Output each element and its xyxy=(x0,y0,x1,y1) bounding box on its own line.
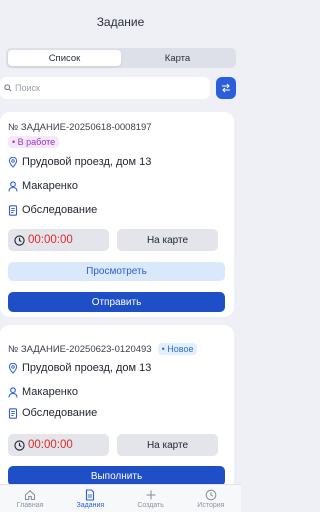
person-row: Макаренко xyxy=(8,180,78,192)
person-row: Макаренко xyxy=(8,386,78,398)
timer[interactable]: 00:00:00 xyxy=(8,229,109,251)
task-number: № ЗАДАНИЕ-20250618-0008197 xyxy=(8,122,152,133)
timer[interactable]: 00:00:00 xyxy=(8,434,109,456)
task-number: № ЗАДАНИЕ-20250623-0120493 xyxy=(8,343,152,355)
send-button[interactable]: Отправить xyxy=(8,292,225,312)
tab-map[interactable]: Карта xyxy=(121,50,234,66)
address-text: Прудовой проезд, дом 13 xyxy=(22,156,152,168)
type-text: Обследование xyxy=(22,204,98,216)
home-icon xyxy=(25,490,36,501)
show-on-map-button[interactable]: На карте xyxy=(117,434,218,456)
timer-value: 00:00:00 xyxy=(28,234,73,246)
address-row: Прудовой проезд, дом 13 xyxy=(8,362,151,374)
history-icon xyxy=(205,489,217,501)
tab-list[interactable]: Список xyxy=(8,50,121,66)
tab-tasks[interactable]: Задания xyxy=(60,485,120,512)
person-text: Макаренко xyxy=(22,386,78,398)
timer-value: 00:00:00 xyxy=(28,439,73,451)
user-icon xyxy=(8,386,18,398)
bottom-tab-bar: Главная Задания Создать История xyxy=(0,484,241,512)
swap-arrows-icon xyxy=(222,83,230,93)
user-icon xyxy=(8,180,18,192)
location-pin-icon xyxy=(8,362,18,374)
document-icon xyxy=(86,489,95,501)
address-row: Прудовой проезд, дом 13 xyxy=(8,156,151,168)
show-on-map-button[interactable]: На карте xyxy=(117,229,218,251)
sort-button[interactable] xyxy=(216,77,236,99)
tab-create-label: Создать xyxy=(137,502,164,509)
view-button[interactable]: Просмотреть xyxy=(8,262,225,281)
search-placeholder: Поиск xyxy=(15,83,40,93)
page-title: Задание xyxy=(96,15,145,29)
document-icon xyxy=(8,204,18,216)
tab-history-label: История xyxy=(197,502,225,509)
page-header: Задание xyxy=(0,0,241,44)
person-text: Макаренко xyxy=(22,180,78,192)
type-text: Обследование xyxy=(22,407,98,419)
search-icon xyxy=(4,84,12,92)
status-badge: • В работе xyxy=(8,136,60,148)
address-text: Прудовой проезд, дом 13 xyxy=(22,362,152,374)
tab-tasks-label: Задания xyxy=(76,502,105,509)
task-card[interactable]: № ЗАДАНИЕ-20250623-0120493 • Новое Прудо… xyxy=(0,325,234,495)
tab-home-label: Главная xyxy=(16,502,44,509)
type-row: Обследование xyxy=(8,407,97,419)
view-switcher: Список Карта xyxy=(6,48,236,68)
tab-history[interactable]: История xyxy=(181,485,241,512)
status-badge: • Новое xyxy=(157,343,198,355)
complete-button[interactable]: Выполнить xyxy=(8,466,225,486)
clock-icon xyxy=(14,439,25,451)
tab-create[interactable]: Создать xyxy=(121,485,181,512)
search-input[interactable]: Поиск xyxy=(0,77,210,99)
clock-icon xyxy=(14,234,25,246)
type-row: Обследование xyxy=(8,204,97,216)
document-icon xyxy=(8,407,18,419)
task-number-row: № ЗАДАНИЕ-20250623-0120493 • Новое xyxy=(8,343,198,355)
tab-home[interactable]: Главная xyxy=(0,485,60,512)
plus-icon xyxy=(146,490,156,500)
task-card[interactable]: № ЗАДАНИЕ-20250618-0008197 • В работе Пр… xyxy=(0,112,234,317)
location-pin-icon xyxy=(8,156,18,168)
